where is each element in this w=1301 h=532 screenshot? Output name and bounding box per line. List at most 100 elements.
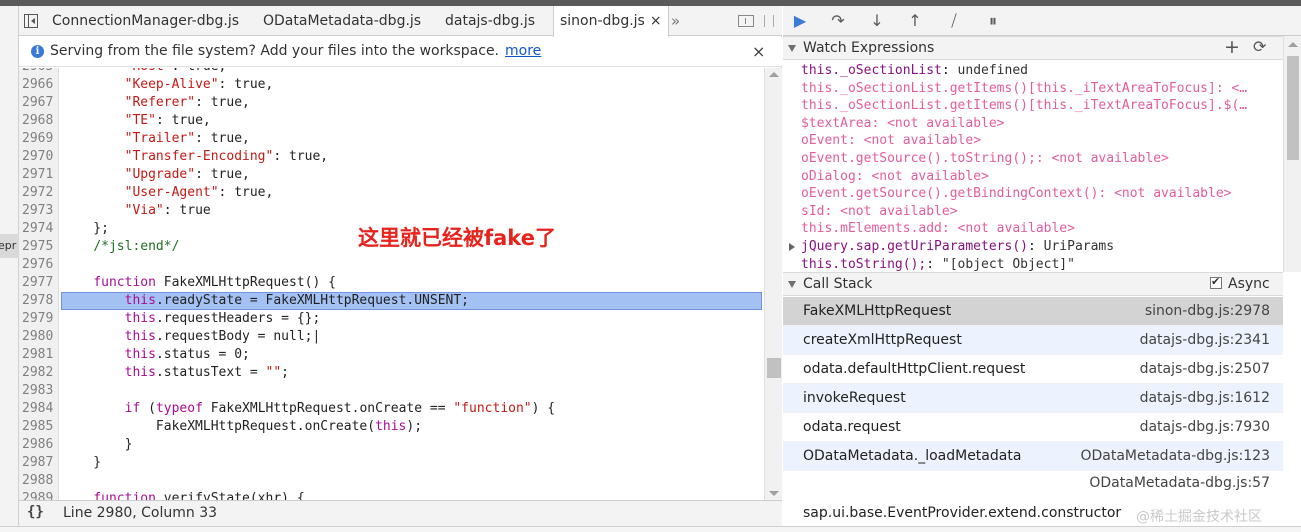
code-line[interactable]: 2977 function FakeXMLHttpRequest() { bbox=[19, 274, 764, 292]
call-frame-location[interactable]: datajs-dbg.js:7930 bbox=[1140, 419, 1270, 435]
tab-connectionmanager[interactable]: ConnectionManager-dbg.js bbox=[52, 6, 239, 36]
line-number[interactable]: 2980 bbox=[19, 328, 59, 346]
tab-odatametadata[interactable]: ODataMetadata-dbg.js bbox=[263, 6, 421, 36]
line-number[interactable]: 2985 bbox=[19, 418, 59, 436]
line-number[interactable]: 2976 bbox=[19, 256, 59, 274]
code-line[interactable]: 2972 "User-Agent": true, bbox=[19, 184, 764, 202]
code-line[interactable]: 2965 "Host": true, bbox=[19, 68, 764, 76]
line-number[interactable]: 2978 bbox=[19, 292, 59, 310]
call-frame[interactable]: invokeRequest datajs-dbg.js:1612 bbox=[783, 384, 1283, 413]
watch-expressions-header[interactable]: Watch Expressions + ⟳ bbox=[783, 36, 1283, 60]
code-line[interactable]: 2987 } bbox=[19, 454, 764, 472]
scrollbar-thumb[interactable] bbox=[767, 358, 781, 378]
call-frame-location[interactable]: datajs-dbg.js:1612 bbox=[1140, 390, 1270, 406]
step-out-icon[interactable]: ↑ bbox=[904, 11, 926, 31]
line-number[interactable]: 2967 bbox=[19, 94, 59, 112]
code-line[interactable]: 2969 "Trailer": true, bbox=[19, 130, 764, 148]
line-number[interactable]: 2977 bbox=[19, 274, 59, 292]
line-number[interactable]: 2988 bbox=[19, 472, 59, 490]
call-frame-location[interactable]: datajs-dbg.js:2507 bbox=[1140, 361, 1270, 377]
line-number[interactable]: 2975 bbox=[19, 238, 59, 256]
code-line[interactable]: 2989 function verifyState(xhr) { bbox=[19, 490, 764, 500]
line-number[interactable]: 2973 bbox=[19, 202, 59, 220]
call-frame[interactable]: odata.defaultHttpClient.request datajs-db… bbox=[783, 355, 1283, 384]
watch-expression-row[interactable]: $textArea: <not available> bbox=[801, 115, 1279, 133]
call-frame[interactable]: odata.request datajs-dbg.js:7930 bbox=[783, 413, 1283, 442]
add-watch-icon[interactable]: + bbox=[1224, 36, 1240, 58]
line-number[interactable]: 2989 bbox=[19, 490, 59, 500]
code-line[interactable]: 2985 FakeXMLHttpRequest.onCreate(this); bbox=[19, 418, 764, 436]
code-line[interactable]: 2976 bbox=[19, 256, 764, 274]
code-line[interactable]: 2970 "Transfer-Encoding": true, bbox=[19, 148, 764, 166]
resume-icon[interactable]: ▶ bbox=[789, 11, 811, 31]
line-number[interactable]: 2984 bbox=[19, 400, 59, 418]
step-into-icon[interactable]: ↓ bbox=[866, 11, 888, 31]
call-frame-location[interactable]: sinon-dbg.js:2978 bbox=[1145, 303, 1270, 319]
sidebar-scrollbar[interactable] bbox=[1283, 36, 1301, 272]
step-over-icon[interactable]: ↷ bbox=[827, 11, 849, 31]
call-frame-location[interactable]: datajs-dbg.js:2341 bbox=[1140, 332, 1270, 348]
code-view[interactable]: 2965 "Host": true,2966 "Keep-Alive": tru… bbox=[19, 68, 764, 500]
tab-close-icon[interactable]: × bbox=[650, 13, 662, 29]
code-line-current[interactable]: 2978 this.readyState = FakeXMLHttpReques… bbox=[19, 292, 764, 310]
left-panel-peek-text[interactable]: epr bbox=[0, 234, 19, 258]
line-number[interactable]: 2979 bbox=[19, 310, 59, 328]
line-number[interactable]: 2968 bbox=[19, 112, 59, 130]
call-stack-header[interactable]: Call Stack Async bbox=[783, 272, 1283, 296]
line-number[interactable]: 2970 bbox=[19, 148, 59, 166]
pane-resize-grip-icon[interactable] bbox=[764, 15, 774, 27]
code-line[interactable]: 2983 bbox=[19, 382, 764, 400]
watch-expression-row[interactable]: jQuery.sap.getUriParameters(): UriParams bbox=[789, 238, 1279, 256]
code-line[interactable]: 2980 this.requestBody = null;| bbox=[19, 328, 764, 346]
watch-expression-row[interactable]: this.mElements.add: <not available> bbox=[801, 220, 1279, 238]
line-number[interactable]: 2981 bbox=[19, 346, 59, 364]
call-frame-location[interactable]: ODataMetadata-dbg.js:57 bbox=[1089, 475, 1270, 491]
editor-vertical-scrollbar[interactable] bbox=[764, 68, 782, 500]
async-checkbox[interactable]: Async bbox=[1210, 275, 1270, 292]
line-number[interactable]: 2986 bbox=[19, 436, 59, 454]
code-line[interactable]: 2981 this.status = 0; bbox=[19, 346, 764, 364]
tab-datajs[interactable]: datajs-dbg.js bbox=[445, 6, 535, 36]
line-number[interactable]: 2966 bbox=[19, 76, 59, 94]
watch-expression-row[interactable]: this._oSectionList: undefined bbox=[801, 62, 1279, 80]
line-number[interactable]: 2982 bbox=[19, 364, 59, 382]
line-number[interactable]: 2974 bbox=[19, 220, 59, 238]
line-number[interactable]: 2983 bbox=[19, 382, 59, 400]
watch-expression-row[interactable]: oEvent.getSource().toString();: <not ava… bbox=[801, 150, 1279, 168]
line-number[interactable]: 2972 bbox=[19, 184, 59, 202]
line-number[interactable]: 2969 bbox=[19, 130, 59, 148]
code-line[interactable]: 2982 this.statusText = ""; bbox=[19, 364, 764, 382]
infobar-close-icon[interactable]: × bbox=[752, 42, 765, 61]
call-frame-location[interactable]: ODataMetadata-dbg.js:123 bbox=[1080, 448, 1270, 464]
watch-expression-row[interactable]: sId: <not available> bbox=[801, 203, 1279, 221]
debugger-panel-toggle-icon[interactable] bbox=[738, 15, 754, 27]
code-line[interactable]: 2988 bbox=[19, 472, 764, 490]
call-frame[interactable]: createXmlHttpRequest datajs-dbg.js:2341 bbox=[783, 326, 1283, 355]
navigator-toggle-icon[interactable] bbox=[24, 14, 38, 28]
code-line[interactable]: 2971 "Upgrade": true, bbox=[19, 166, 764, 184]
pretty-print-button[interactable]: {} bbox=[27, 504, 44, 520]
call-frame-selected[interactable]: FakeXMLHttpRequest sinon-dbg.js:2978 bbox=[783, 297, 1283, 326]
watch-expression-row[interactable]: this._oSectionList.getItems()[this._iTex… bbox=[801, 97, 1279, 115]
line-number[interactable]: 2965 bbox=[19, 68, 59, 76]
watch-expression-row[interactable]: oEvent.getSource().getBindingContext(): … bbox=[801, 185, 1279, 203]
code-line[interactable]: 2979 this.requestHeaders = {}; bbox=[19, 310, 764, 328]
checkbox-checked-icon[interactable] bbox=[1210, 275, 1222, 289]
watch-expression-row[interactable]: this._oSectionList.getItems()[this._iTex… bbox=[801, 80, 1279, 98]
watch-expression-row[interactable]: this.toString();: "[object Object]" bbox=[801, 256, 1279, 271]
scrollbar-thumb[interactable] bbox=[1287, 56, 1299, 160]
tab-sinon-active[interactable]: sinon-dbg.js × bbox=[553, 6, 669, 37]
watch-expression-row[interactable]: oEvent: <not available> bbox=[801, 132, 1279, 150]
infobar-more-link[interactable]: more bbox=[505, 43, 541, 59]
refresh-watch-icon[interactable]: ⟳ bbox=[1253, 37, 1266, 56]
expand-triangle-icon[interactable] bbox=[789, 243, 795, 251]
code-line[interactable]: 2967 "Referer": true, bbox=[19, 94, 764, 112]
line-number[interactable]: 2987 bbox=[19, 454, 59, 472]
call-frame[interactable]: ODataMetadata._loadMetadata ODataMetadata… bbox=[783, 442, 1283, 471]
more-tabs-icon[interactable]: » bbox=[671, 6, 680, 36]
code-line[interactable]: 2966 "Keep-Alive": true, bbox=[19, 76, 764, 94]
deactivate-breakpoints-icon[interactable]: ⧸ bbox=[943, 11, 965, 31]
pause-on-exceptions-icon[interactable]: ⏸ bbox=[982, 11, 1004, 31]
watch-expression-row[interactable]: oDialog: <not available> bbox=[801, 168, 1279, 186]
line-number[interactable]: 2971 bbox=[19, 166, 59, 184]
